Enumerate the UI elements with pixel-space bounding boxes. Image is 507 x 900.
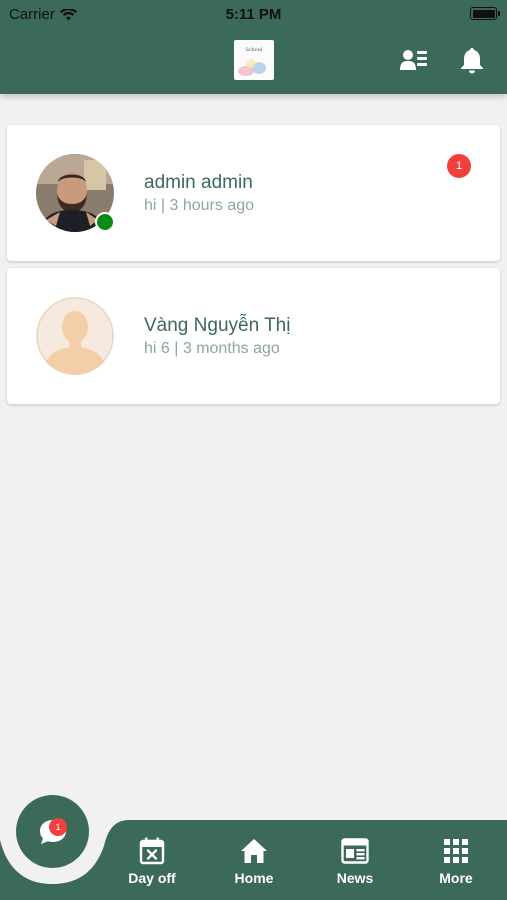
- chat-unread-badge: 1: [49, 818, 67, 836]
- last-message: hi 6 | 3 months ago: [144, 340, 280, 357]
- calendar-x-icon: [139, 837, 165, 865]
- unread-badge: 1: [447, 154, 471, 178]
- tab-label: Home: [234, 870, 274, 886]
- status-time: 5:11 PM: [225, 6, 282, 23]
- tab-home[interactable]: Home: [209, 836, 299, 896]
- notifications-button[interactable]: [457, 46, 487, 74]
- tab-label: More: [439, 870, 473, 886]
- tab-label: Day off: [128, 870, 176, 886]
- tab-more[interactable]: More: [411, 836, 501, 896]
- home-icon: [241, 839, 267, 863]
- school-logo: School: [234, 40, 274, 80]
- tab-label: News: [336, 870, 374, 886]
- app-header: Carrier 5:11 PM School: [0, 0, 507, 94]
- battery-icon: [470, 7, 500, 20]
- last-message: hi | 3 hours ago: [144, 197, 255, 214]
- news-icon: [341, 838, 369, 864]
- logo-text: School: [245, 47, 263, 53]
- contact-name: admin admin: [144, 172, 253, 193]
- tab-news[interactable]: News: [310, 836, 400, 896]
- status-bar: Carrier 5:11 PM: [0, 0, 507, 28]
- contact-list-icon: [400, 50, 427, 70]
- contact-name: Vàng Nguyễn Thị: [144, 315, 291, 336]
- bell-icon: [461, 47, 483, 73]
- online-status-indicator: [95, 212, 115, 232]
- tab-day-off[interactable]: Day off: [107, 836, 197, 896]
- avatar-placeholder: [36, 297, 114, 375]
- grid-icon: [444, 839, 468, 863]
- contacts-button[interactable]: [399, 46, 429, 74]
- conversation-item[interactable]: Vàng Nguyễn Thị hi 6 | 3 months ago: [7, 268, 500, 404]
- conversation-item[interactable]: admin admin hi | 3 hours ago 1: [7, 125, 500, 261]
